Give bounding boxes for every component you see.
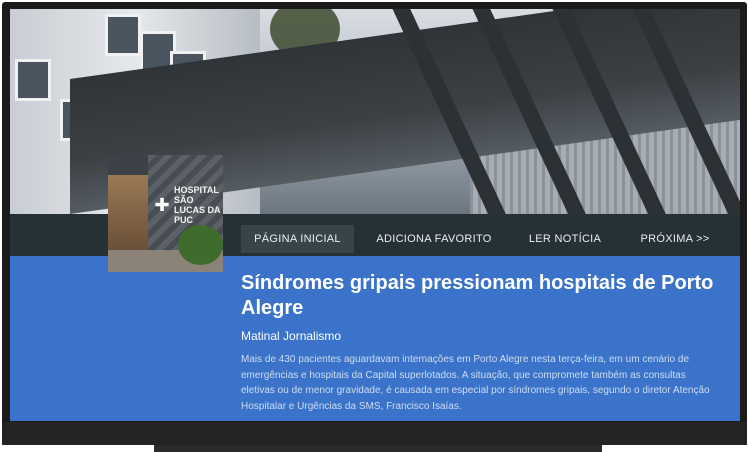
thumbnail-sign: HOSPITAL SÃO LUCAS DA PUC [174,185,221,225]
hospital-cross-icon: ✚ [154,195,170,215]
thumbnail-plant [178,225,223,265]
nav-read-news-button[interactable]: LER NOTÍCIA [520,225,610,253]
article-summary: Mais de 430 pacientes aguardavam interna… [241,354,710,412]
nav-home-button[interactable]: PÁGINA INICIAL [241,225,354,253]
nav-next-button[interactable]: PRÓXIMA >> [630,225,720,253]
nav-add-favorite-button[interactable]: ADICIONA FAVORITO [374,225,494,253]
tv-screen: PÁGINA INICIAL ADICIONA FAVORITO LER NOT… [10,9,740,421]
tv-bezel-bottom [2,422,747,445]
hero-window [105,14,141,56]
article-title: Síndromes gripais pressionam hospitais d… [241,272,714,319]
hero-window [15,59,51,101]
article-source: Matinal Jornalismo [241,329,342,343]
article-thumbnail[interactable]: ✚ HOSPITAL SÃO LUCAS DA PUC [108,155,223,272]
tv-stand [154,445,602,452]
thumbnail-lobby [108,175,150,250]
